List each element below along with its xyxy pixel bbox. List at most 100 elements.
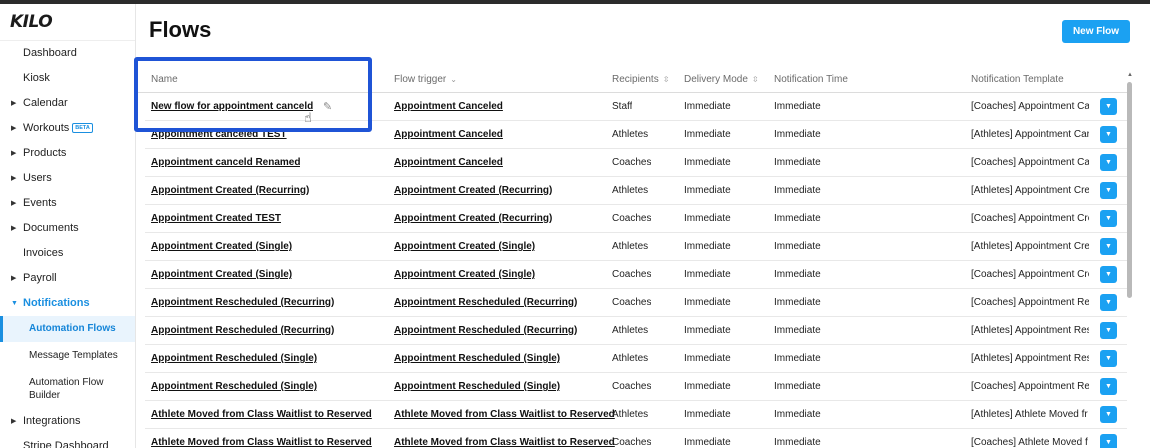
column-header-recipients[interactable]: Recipients ⇳ xyxy=(612,74,669,85)
flow-trigger-link[interactable]: Athlete Moved from Class Waitlist to Res… xyxy=(394,409,615,420)
flow-name-link[interactable]: Appointment Created (Single) xyxy=(151,241,292,252)
delivery-mode-cell: Immediate xyxy=(684,269,731,280)
delivery-mode-cell: Immediate xyxy=(684,353,731,364)
sidebar-item-label: Calendar xyxy=(23,97,68,109)
selection-highlight-box xyxy=(134,57,372,132)
recipients-cell: Coaches xyxy=(612,437,652,448)
column-header-notification-time[interactable]: Notification Time xyxy=(774,74,848,85)
sidebar-item-label: Documents xyxy=(23,222,79,234)
template-dropdown-button[interactable]: ▼ xyxy=(1100,266,1117,283)
scroll-up-arrow-icon[interactable]: ▲ xyxy=(1127,72,1133,78)
sidebar-item-calendar[interactable]: ▶ Calendar xyxy=(0,91,135,116)
sidebar-item-invoices[interactable]: Invoices xyxy=(0,241,135,266)
sort-icon: ⇳ xyxy=(751,75,759,84)
table-row[interactable]: Athlete Moved from Class Waitlist to Res… xyxy=(145,429,1127,448)
template-dropdown-button[interactable]: ▼ xyxy=(1100,210,1117,227)
sidebar-item-workouts[interactable]: ▶ Workouts BETA xyxy=(0,116,135,141)
delivery-mode-cell: Immediate xyxy=(684,185,731,196)
flow-trigger-link[interactable]: Appointment Canceled xyxy=(394,129,503,140)
sidebar-item-stripe-dashboard[interactable]: Stripe Dashboard xyxy=(0,434,135,448)
template-dropdown-button[interactable]: ▼ xyxy=(1100,98,1117,115)
notification-time-cell: Immediate xyxy=(774,213,821,224)
flow-name-link[interactable]: Appointment Created (Single) xyxy=(151,269,292,280)
flow-trigger-link[interactable]: Appointment Rescheduled (Recurring) xyxy=(394,297,577,308)
notification-template-cell: [Athletes] Appointment Car xyxy=(971,129,1089,140)
template-dropdown-button[interactable]: ▼ xyxy=(1100,406,1117,423)
column-header-delivery-mode-label: Delivery Mode xyxy=(684,74,748,85)
sidebar-item-kiosk[interactable]: Kiosk xyxy=(0,66,135,91)
flow-trigger-link[interactable]: Appointment Created (Single) xyxy=(394,269,535,280)
caret-right-icon: ▶ xyxy=(11,100,17,107)
flow-name-link[interactable]: Appointment Rescheduled (Recurring) xyxy=(151,297,334,308)
recipients-cell: Coaches xyxy=(612,157,652,168)
notification-time-cell: Immediate xyxy=(774,297,821,308)
flow-trigger-link[interactable]: Appointment Canceled xyxy=(394,101,503,112)
template-dropdown-button[interactable]: ▼ xyxy=(1100,434,1117,448)
table-row[interactable]: Appointment Rescheduled (Recurring) Appoi… xyxy=(145,289,1127,317)
flow-trigger-link[interactable]: Appointment Rescheduled (Recurring) xyxy=(394,325,577,336)
window-top-bar xyxy=(0,0,1150,4)
sidebar-item-events[interactable]: ▶ Events xyxy=(0,191,135,216)
sidebar-subitem-label: Automation Flow Builder xyxy=(29,377,104,401)
flow-trigger-link[interactable]: Athlete Moved from Class Waitlist to Res… xyxy=(394,437,615,448)
sidebar-subitem-automation-flows[interactable]: Automation Flows xyxy=(0,316,135,342)
sidebar-item-products[interactable]: ▶ Products xyxy=(0,141,135,166)
flow-name-link[interactable]: Appointment Rescheduled (Single) xyxy=(151,381,317,392)
column-header-flow-trigger[interactable]: Flow trigger ⌄ xyxy=(394,74,457,85)
table-row[interactable]: Appointment Created (Single) Appointment … xyxy=(145,261,1127,289)
table-row[interactable]: Appointment Rescheduled (Single) Appointm… xyxy=(145,345,1127,373)
flow-trigger-link[interactable]: Appointment Created (Recurring) xyxy=(394,213,552,224)
sidebar-subitem-automation-flow-builder[interactable]: Automation Flow Builder xyxy=(0,369,135,409)
flow-name-link[interactable]: Appointment Created (Recurring) xyxy=(151,185,309,196)
flow-name-link[interactable]: Appointment Rescheduled (Recurring) xyxy=(151,325,334,336)
sidebar-item-dashboard[interactable]: Dashboard xyxy=(0,41,135,66)
notification-time-cell: Immediate xyxy=(774,353,821,364)
kilo-logo[interactable]: KILO xyxy=(10,12,53,32)
notification-template-cell: [Coaches] Appointment Cre xyxy=(971,213,1089,224)
flow-trigger-link[interactable]: Appointment Created (Single) xyxy=(394,241,535,252)
flow-name-link[interactable]: Appointment canceld Renamed xyxy=(151,157,300,168)
flow-name-link[interactable]: Appointment Created TEST xyxy=(151,213,281,224)
notification-template-cell: [Athletes] Appointment Cre xyxy=(971,185,1089,196)
column-header-notification-template[interactable]: Notification Template xyxy=(971,74,1064,85)
template-dropdown-button[interactable]: ▼ xyxy=(1100,322,1117,339)
flow-trigger-link[interactable]: Appointment Rescheduled (Single) xyxy=(394,381,560,392)
template-dropdown-button[interactable]: ▼ xyxy=(1100,238,1117,255)
table-row[interactable]: Athlete Moved from Class Waitlist to Res… xyxy=(145,401,1127,429)
flow-trigger-link[interactable]: Appointment Canceled xyxy=(394,157,503,168)
sidebar-item-documents[interactable]: ▶ Documents xyxy=(0,216,135,241)
sidebar-item-label: Products xyxy=(23,147,67,159)
beta-badge: BETA xyxy=(72,123,93,134)
table-scrollbar[interactable]: ▲ xyxy=(1127,72,1133,448)
flow-name-link[interactable]: Athlete Moved from Class Waitlist to Res… xyxy=(151,437,372,448)
template-dropdown-button[interactable]: ▼ xyxy=(1100,182,1117,199)
table-row[interactable]: Appointment Rescheduled (Single) Appointm… xyxy=(145,373,1127,401)
sidebar-item-notifications[interactable]: ▼ Notifications xyxy=(0,291,135,316)
table-row[interactable]: Appointment Created TEST Appointment Crea… xyxy=(145,205,1127,233)
flow-name-link[interactable]: Appointment Rescheduled (Single) xyxy=(151,353,317,364)
caret-right-icon: ▶ xyxy=(11,125,17,132)
flow-trigger-link[interactable]: Appointment Rescheduled (Single) xyxy=(394,353,560,364)
sidebar-item-users[interactable]: ▶ Users xyxy=(0,166,135,191)
flow-trigger-link[interactable]: Appointment Created (Recurring) xyxy=(394,185,552,196)
template-dropdown-button[interactable]: ▼ xyxy=(1100,350,1117,367)
sidebar-item-label: Integrations xyxy=(23,415,81,427)
table-row[interactable]: Appointment Rescheduled (Recurring) Appoi… xyxy=(145,317,1127,345)
template-dropdown-button[interactable]: ▼ xyxy=(1100,378,1117,395)
column-header-delivery-mode[interactable]: Delivery Mode ⇳ xyxy=(684,74,759,85)
new-flow-button[interactable]: New Flow xyxy=(1062,20,1130,43)
template-dropdown-button[interactable]: ▼ xyxy=(1100,126,1117,143)
sidebar-item-payroll[interactable]: ▶ Payroll xyxy=(0,266,135,291)
template-dropdown-button[interactable]: ▼ xyxy=(1100,294,1117,311)
scrollbar-thumb[interactable] xyxy=(1127,82,1132,298)
flow-name-link[interactable]: Athlete Moved from Class Waitlist to Res… xyxy=(151,409,372,420)
table-row[interactable]: Appointment canceld Renamed Appointment C… xyxy=(145,149,1127,177)
sidebar-subitem-message-templates[interactable]: Message Templates xyxy=(0,342,135,369)
sidebar-item-label: Dashboard xyxy=(23,47,77,59)
notification-time-cell: Immediate xyxy=(774,157,821,168)
template-dropdown-button[interactable]: ▼ xyxy=(1100,154,1117,171)
table-row[interactable]: Appointment Created (Single) Appointment … xyxy=(145,233,1127,261)
sidebar-item-label: Kiosk xyxy=(23,72,50,84)
table-row[interactable]: Appointment Created (Recurring) Appointme… xyxy=(145,177,1127,205)
sidebar-item-integrations[interactable]: ▶ Integrations xyxy=(0,409,135,434)
